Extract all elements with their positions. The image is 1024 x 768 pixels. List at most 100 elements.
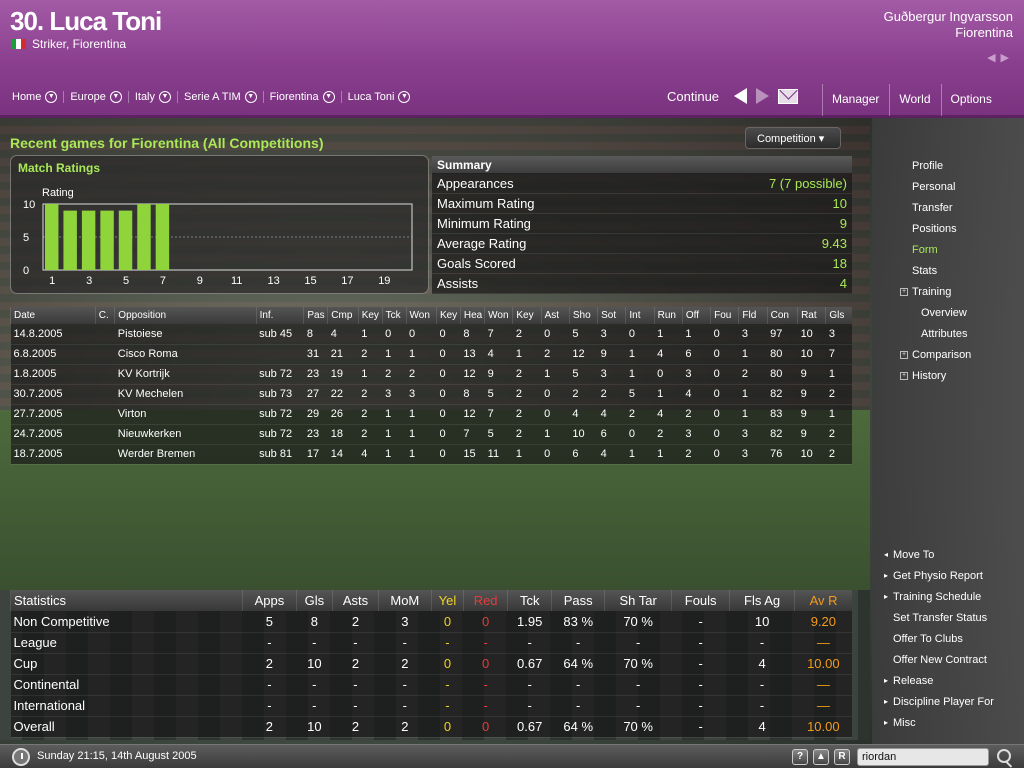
games-column-header[interactable]: Won — [484, 307, 513, 324]
breadcrumb-item[interactable]: Italy ▼ — [129, 91, 179, 103]
table-row[interactable]: 18.7.2005 Werder Bremen sub 81 17 14 4 1 1 0 15 11… — [10, 444, 852, 465]
stats-column-header[interactable]: Red — [463, 590, 508, 611]
dropdown-circle-icon[interactable]: ▼ — [159, 91, 172, 103]
games-column-header[interactable]: Key — [512, 307, 542, 324]
games-column-header[interactable]: Opposition — [114, 307, 257, 324]
clock-icon[interactable] — [12, 748, 30, 766]
stats-column-header[interactable]: Av R — [794, 590, 852, 611]
stats-column-header[interactable]: Fls Ag — [728, 590, 795, 611]
games-cell[interactable]: Virton — [114, 404, 257, 425]
games-cell[interactable]: Nieuwkerken — [114, 424, 257, 445]
sidebar-item[interactable]: Attributes — [900, 323, 1020, 344]
stats-column-header[interactable]: Sh Tar — [603, 590, 672, 611]
games-column-header[interactable]: Fou — [710, 307, 739, 324]
action-item[interactable]: ▸ Discipline Player For — [884, 691, 994, 712]
stats-column-header[interactable]: Asts — [331, 590, 379, 611]
action-item[interactable]: Set Transfer Status — [884, 607, 994, 628]
sidebar-item[interactable]: + Comparison — [900, 344, 1020, 365]
dropdown-circle-icon[interactable]: ▼ — [109, 91, 122, 103]
games-column-header[interactable]: Ast — [540, 307, 570, 324]
chart-bar[interactable] — [118, 210, 133, 270]
chart-bar[interactable] — [100, 210, 114, 270]
table-row[interactable]: 27.7.2005 Virton sub 72 29 26 2 1 1 0 12 7 2 0 4 4 2 4 2 0… — [10, 404, 852, 425]
chart-bar[interactable] — [155, 204, 170, 270]
sidebar-item[interactable]: Stats — [900, 260, 1020, 281]
dropdown-circle-icon[interactable]: ▼ — [45, 91, 58, 103]
sidebar-item[interactable]: Transfer — [900, 197, 1020, 218]
action-item[interactable]: ▸ Misc — [884, 712, 994, 733]
continue-button[interactable]: Continue — [667, 89, 725, 104]
action-item[interactable]: ▸ Get Physio Report — [884, 565, 994, 586]
games-column-header[interactable]: Sho — [568, 307, 598, 324]
top-nav-item[interactable]: Manager — [822, 84, 889, 116]
chart-bar[interactable] — [45, 204, 59, 270]
games-column-header[interactable]: Con — [766, 307, 798, 324]
action-item[interactable]: Offer To Clubs — [884, 628, 994, 649]
stats-column-header[interactable]: Yel — [430, 590, 464, 611]
manager-club[interactable]: Fiorentina — [884, 25, 1013, 41]
games-column-header[interactable]: Run — [653, 307, 683, 324]
games-column-header[interactable]: Fld — [738, 307, 768, 324]
search-input[interactable] — [857, 748, 989, 766]
history-back-icon[interactable]: ◀ — [987, 52, 1000, 64]
breadcrumb-item[interactable]: Serie A TIM ▼ — [178, 91, 264, 103]
action-item[interactable]: Offer New Contract — [884, 649, 994, 670]
games-column-header[interactable]: Int — [625, 307, 655, 324]
games-column-header[interactable]: C. — [94, 307, 115, 324]
dropdown-circle-icon[interactable]: ▼ — [322, 91, 335, 103]
games-cell[interactable]: Pistoiese — [114, 324, 257, 345]
chart-bar[interactable] — [81, 210, 96, 270]
up-button[interactable]: ▲ — [813, 749, 829, 765]
table-row[interactable]: 6.8.2005 Cisco Roma 31 21 2 1 1 0 13 4 1 2 12 9 1 4 6 0 1 8… — [10, 344, 852, 365]
games-column-header[interactable]: Hea — [459, 307, 485, 324]
stats-column-header[interactable]: Apps — [242, 590, 297, 611]
sidebar-item[interactable]: Overview — [900, 302, 1020, 323]
games-column-header[interactable]: Won — [405, 307, 437, 324]
help-button[interactable]: ? — [792, 749, 808, 765]
chart-bar[interactable] — [63, 210, 77, 270]
games-cell[interactable]: KV Kortrijk — [114, 364, 257, 385]
breadcrumb-item[interactable]: Europe ▼ — [64, 91, 129, 103]
stats-column-header[interactable]: Statistics — [10, 590, 243, 611]
inbox-mail-icon[interactable] — [778, 88, 799, 104]
games-column-header[interactable]: Pas — [303, 307, 328, 324]
table-row[interactable]: 1.8.2005 KV Kortrijk sub 72 23 19 1 2 2 0 12 9 2 1 5 3… — [10, 364, 852, 385]
action-item[interactable]: ◂ Move To — [884, 544, 994, 565]
search-icon[interactable] — [997, 749, 1011, 763]
top-nav-item[interactable]: Options — [940, 84, 1002, 116]
games-column-header[interactable]: Gls — [825, 307, 852, 324]
games-column-header[interactable]: Off — [681, 307, 711, 324]
top-nav-item[interactable]: World — [889, 84, 940, 116]
sidebar-item[interactable]: + Training — [900, 281, 1020, 302]
r-button[interactable]: R — [834, 749, 850, 765]
expand-icon[interactable]: + — [900, 287, 908, 296]
stats-column-header[interactable]: Pass — [551, 590, 605, 611]
dropdown-circle-icon[interactable]: ▼ — [244, 91, 257, 103]
table-row[interactable]: 14.8.2005 Pistoiese sub 45 8 4 1 0 0 0 8 7 2 0 5 3 0 1 1 0… — [10, 324, 852, 345]
breadcrumb-item[interactable]: Luca Toni ▼ — [342, 91, 417, 103]
stats-column-header[interactable]: MoM — [378, 590, 432, 611]
sidebar-item[interactable]: Personal — [900, 176, 1020, 197]
forward-arrow-icon[interactable] — [756, 88, 770, 104]
games-column-header[interactable]: Cmp — [327, 307, 359, 324]
stats-column-header[interactable]: Gls — [295, 590, 333, 611]
manager-name[interactable]: Guðbergur Ingvarsson — [884, 9, 1013, 25]
games-column-header[interactable]: Tck — [381, 307, 407, 324]
sidebar-item[interactable]: Positions — [900, 218, 1020, 239]
table-row[interactable]: 30.7.2005 KV Mechelen sub 73 27 22 2 3 3 0 8 5 2 0 2 2… — [10, 384, 852, 405]
games-column-header[interactable]: Date — [10, 307, 96, 324]
games-column-header[interactable]: Key — [435, 307, 461, 324]
games-cell[interactable]: Cisco Roma — [114, 344, 257, 365]
games-cell[interactable]: Werder Bremen — [114, 444, 257, 465]
games-column-header[interactable]: Inf. — [255, 307, 304, 324]
games-cell[interactable]: KV Mechelen — [114, 384, 257, 405]
back-arrow-icon[interactable] — [734, 88, 748, 104]
breadcrumb-item[interactable]: Fiorentina ▼ — [264, 91, 342, 103]
stats-column-header[interactable]: Tck — [506, 590, 552, 611]
sidebar-item[interactable]: + History — [900, 365, 1020, 386]
stats-column-header[interactable]: Fouls — [671, 590, 730, 611]
dropdown-circle-icon[interactable]: ▼ — [398, 91, 411, 103]
sidebar-item[interactable]: Form — [900, 239, 1020, 260]
action-item[interactable]: ▸ Training Schedule — [884, 586, 994, 607]
chart-bar[interactable] — [137, 204, 151, 270]
